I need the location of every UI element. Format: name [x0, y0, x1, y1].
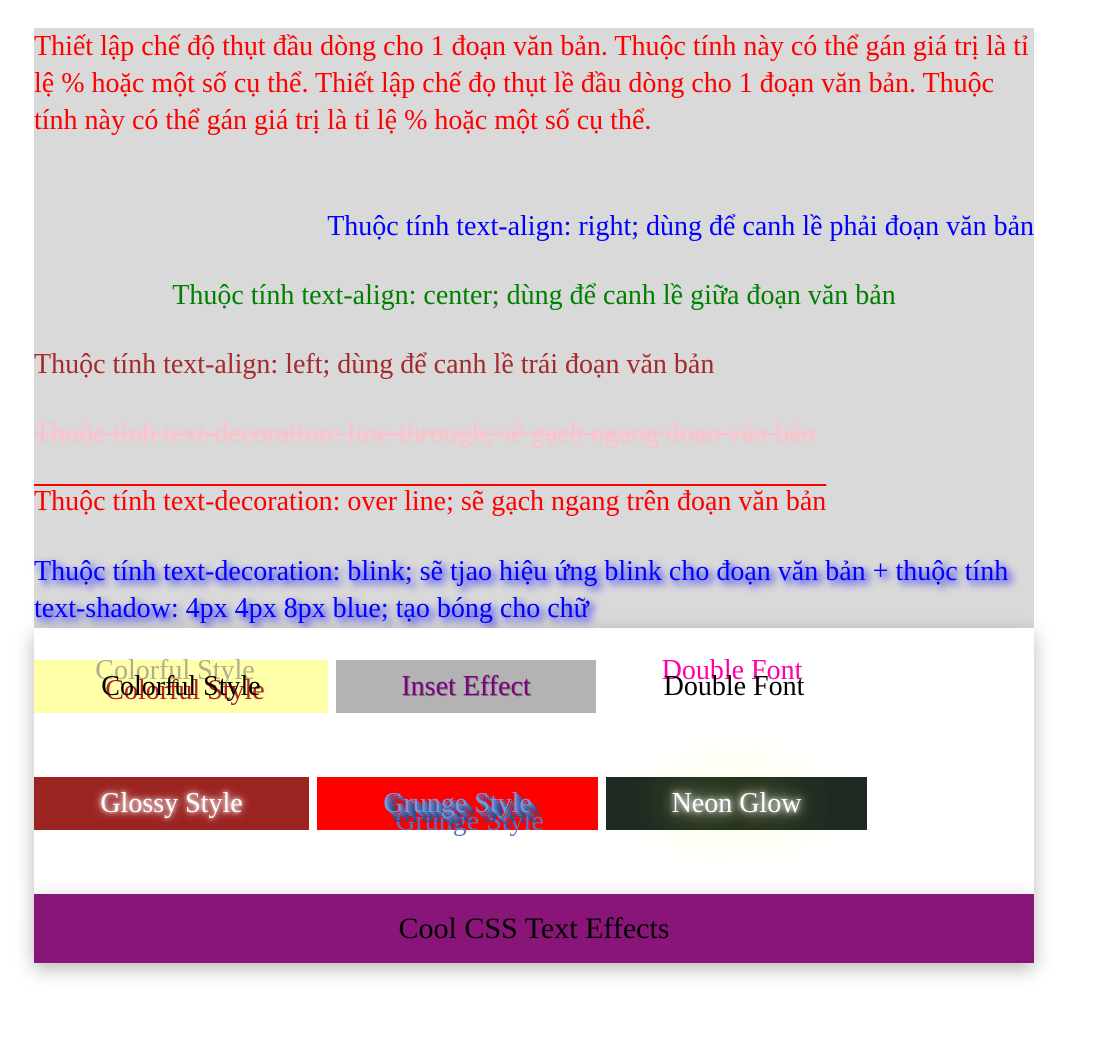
line-through-paragraph: Thuộc tính text-decoration: line-through… [34, 418, 816, 449]
blink-shadow-paragraph: Thuộc tính text-decoration: blink; sẽ tj… [34, 556, 1009, 624]
glossy-style-box: Glossy Style [34, 777, 309, 830]
text-align-center-paragraph: Thuộc tính text-align: center; dùng để c… [172, 280, 896, 311]
text-properties-panel: Thiết lập chế độ thụt đầu dòng cho 1 đoạ… [34, 28, 1034, 628]
grunge-style-box: Grunge Style [317, 777, 598, 830]
text-indent-paragraph: Thiết lập chế độ thụt đầu dòng cho 1 đoạ… [34, 31, 1029, 136]
text-align-right-paragraph: Thuộc tính text-align: right; dùng để ca… [327, 211, 1034, 242]
neon-glow-box: Neon Glow [606, 777, 867, 830]
colorful-style-box: Colorful Style [34, 660, 328, 713]
overline-paragraph: Thuộc tính text-decoration: over line; s… [34, 486, 827, 517]
double-font-box: Double Font [663, 671, 805, 702]
footer-title-bar: Cool CSS Text Effects [34, 894, 1034, 963]
text-effects-area: Colorful Style Inset Effect Double Font … [34, 628, 1034, 894]
inset-effect-box: Inset Effect [336, 660, 596, 713]
text-align-left-paragraph: Thuộc tính text-align: left; dùng để can… [34, 349, 715, 380]
